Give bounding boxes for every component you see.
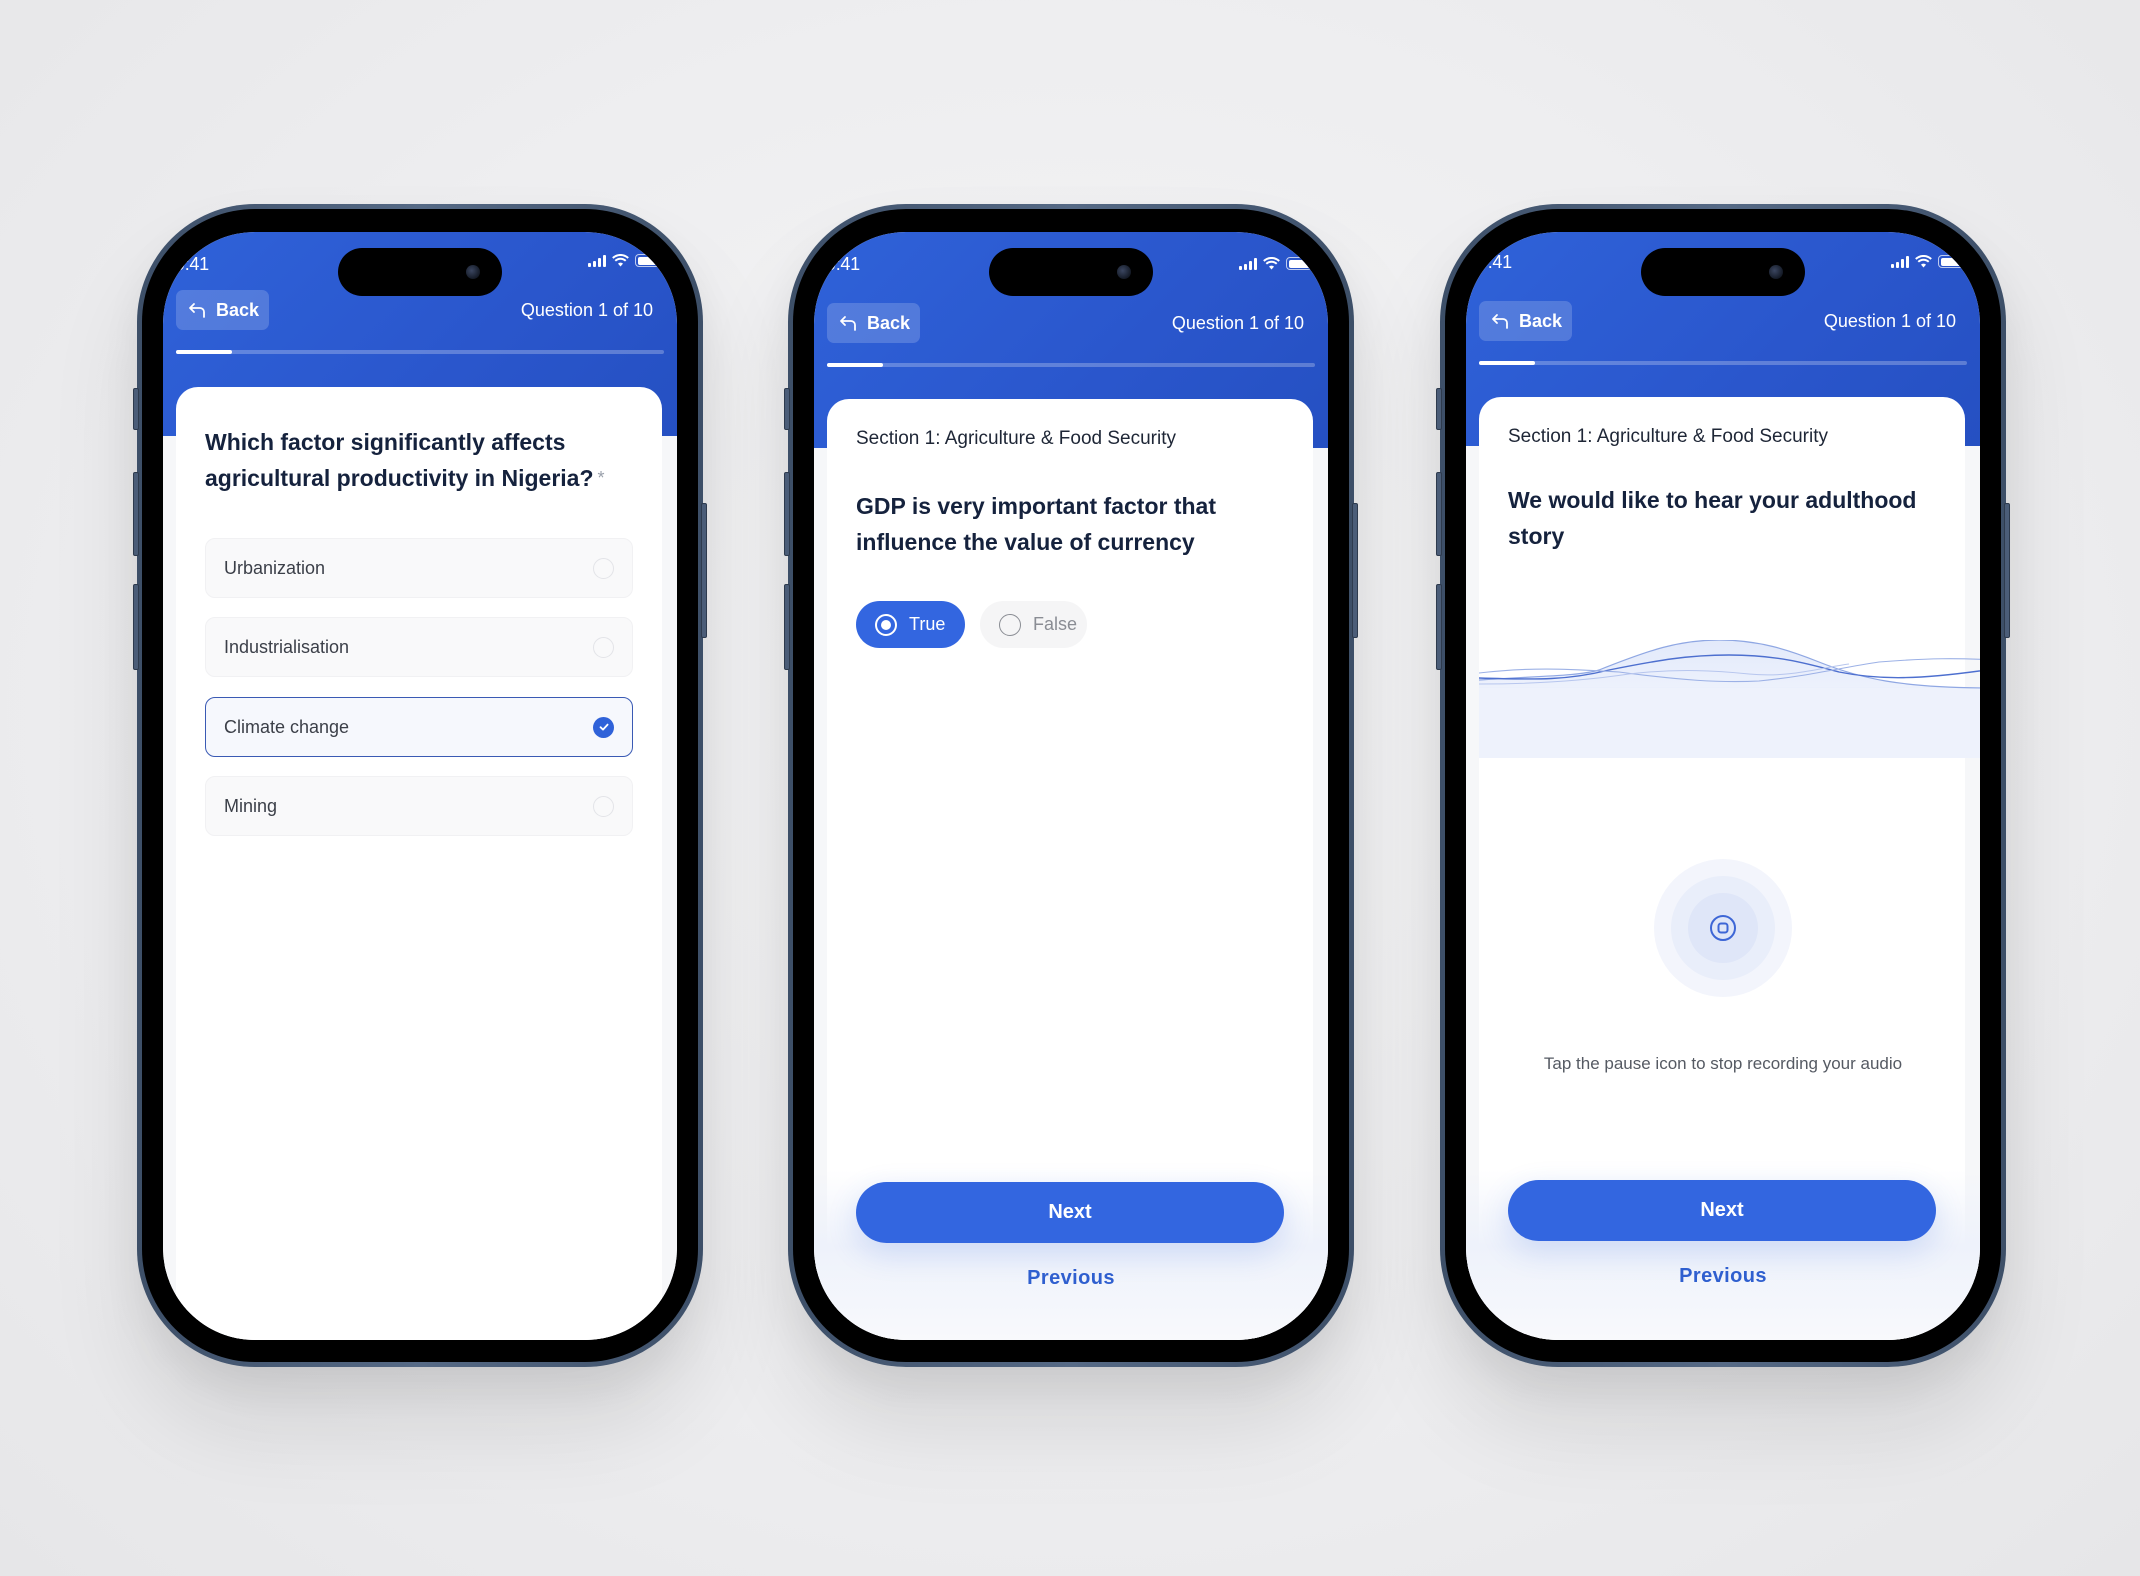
- choice-label: True: [909, 614, 946, 634]
- radio-icon[interactable]: [593, 636, 614, 658]
- back-button[interactable]: Back: [827, 303, 920, 343]
- question-text: We would like to hear your adulthood sto…: [1508, 487, 1917, 549]
- question-card: Which factor significantly affects agric…: [176, 387, 662, 1340]
- radio-icon: [999, 613, 1021, 636]
- back-button[interactable]: Back: [176, 290, 269, 330]
- volume-up-button: [1436, 472, 1442, 556]
- camera-icon: [466, 265, 480, 279]
- stop-record-icon: [1710, 915, 1736, 941]
- radio-selected-icon: [875, 613, 897, 636]
- previous-button[interactable]: Previous: [1466, 1265, 1980, 1288]
- choice-false[interactable]: False: [980, 601, 1087, 648]
- back-arrow-icon: [189, 303, 205, 318]
- status-icons: [1891, 255, 1967, 268]
- status-icons: [588, 254, 664, 267]
- back-label: Back: [867, 312, 911, 333]
- audio-waveform: [1479, 640, 1980, 758]
- back-arrow-icon: [1492, 314, 1508, 329]
- progress-bar: [1479, 361, 1967, 365]
- status-icons: [1239, 257, 1315, 270]
- camera-icon: [1769, 265, 1783, 279]
- mute-switch: [784, 388, 790, 430]
- option-label: Urbanization: [224, 557, 326, 578]
- radio-icon[interactable]: [593, 557, 614, 579]
- mute-switch: [1436, 388, 1442, 430]
- wave-baseline-fill: [1479, 687, 1980, 758]
- section-label: Section 1: Agriculture & Food Security: [1508, 426, 1828, 447]
- battery-icon: [635, 254, 664, 267]
- previous-button[interactable]: Previous: [814, 1267, 1328, 1290]
- volume-down-button: [1436, 584, 1442, 670]
- question-text: GDP is very important factor that influe…: [856, 493, 1216, 555]
- stop-record-button[interactable]: [1688, 893, 1758, 963]
- volume-up-button: [133, 472, 139, 556]
- progress-fill: [1479, 361, 1536, 365]
- progress-bar: [176, 350, 664, 354]
- screen-multiple-choice: 9:41 Back Question 1 of 10 Which factor …: [163, 232, 677, 1340]
- back-label: Back: [1519, 310, 1563, 331]
- question-label: Which factor significantly affects agric…: [205, 429, 594, 491]
- mute-switch: [133, 388, 139, 430]
- option-urbanization[interactable]: Urbanization: [205, 538, 633, 598]
- record-hint: Tap the pause icon to stop recording you…: [1543, 1054, 1903, 1073]
- progress-bar: [827, 363, 1315, 367]
- wifi-icon: [612, 254, 629, 267]
- status-time: 9:41: [175, 254, 209, 274]
- wave-area: [1479, 640, 1980, 688]
- status-time: 9:41: [1478, 252, 1512, 272]
- back-button[interactable]: Back: [1479, 301, 1572, 341]
- battery-icon: [1286, 257, 1315, 270]
- progress-fill: [827, 363, 884, 367]
- record-control[interactable]: [1654, 859, 1792, 997]
- option-label: Industrialisation: [224, 636, 350, 657]
- option-label: Climate change: [224, 716, 350, 737]
- radio-icon[interactable]: [593, 795, 614, 817]
- volume-up-button: [784, 472, 790, 556]
- option-climate-change[interactable]: Climate change: [205, 697, 633, 757]
- required-mark: *: [597, 468, 605, 488]
- next-button[interactable]: Next: [856, 1182, 1284, 1243]
- camera-icon: [1117, 265, 1131, 279]
- check-circle-icon[interactable]: [593, 716, 614, 738]
- battery-icon: [1938, 255, 1967, 268]
- back-label: Back: [216, 299, 260, 320]
- section-label: Section 1: Agriculture & Food Security: [856, 428, 1176, 449]
- back-arrow-icon: [840, 316, 856, 331]
- option-mining[interactable]: Mining: [205, 776, 633, 836]
- next-button[interactable]: Next: [1508, 1180, 1936, 1241]
- volume-down-button: [133, 584, 139, 670]
- question-counter: Question 1 of 10: [520, 300, 653, 320]
- choice-true[interactable]: True: [856, 601, 965, 648]
- dynamic-island: [989, 248, 1153, 296]
- wifi-icon: [1915, 255, 1932, 268]
- signal-icon: [588, 254, 606, 267]
- choice-label: False: [1033, 614, 1078, 634]
- signal-icon: [1891, 255, 1909, 268]
- status-time: 9:41: [826, 254, 860, 274]
- wifi-icon: [1263, 257, 1280, 270]
- option-label: Mining: [224, 795, 278, 816]
- question-counter: Question 1 of 10: [1171, 313, 1304, 333]
- dynamic-island: [1641, 248, 1805, 296]
- phone-frame-1: 9:41 Back Question 1 of 10 Which factor …: [133, 204, 707, 1367]
- screen-true-false: 9:41 Back Question 1 of 10 Section 1: Ag…: [814, 232, 1328, 1340]
- phone-frame-3: 9:41 Back Question 1 of 10 Section 1: Ag…: [1436, 204, 2010, 1367]
- volume-down-button: [784, 584, 790, 670]
- question-text: Which factor significantly affects agric…: [205, 424, 632, 496]
- signal-icon: [1239, 257, 1257, 270]
- option-industrialisation[interactable]: Industrialisation: [205, 617, 633, 677]
- question-counter: Question 1 of 10: [1823, 311, 1956, 331]
- dynamic-island: [338, 248, 502, 296]
- power-button: [2004, 503, 2010, 638]
- progress-fill: [176, 350, 233, 354]
- power-button: [1352, 503, 1358, 638]
- screen-audio-recording: 9:41 Back Question 1 of 10 Section 1: Ag…: [1466, 232, 1980, 1340]
- power-button: [701, 503, 707, 638]
- phone-frame-2: 9:41 Back Question 1 of 10 Section 1: Ag…: [784, 204, 1358, 1367]
